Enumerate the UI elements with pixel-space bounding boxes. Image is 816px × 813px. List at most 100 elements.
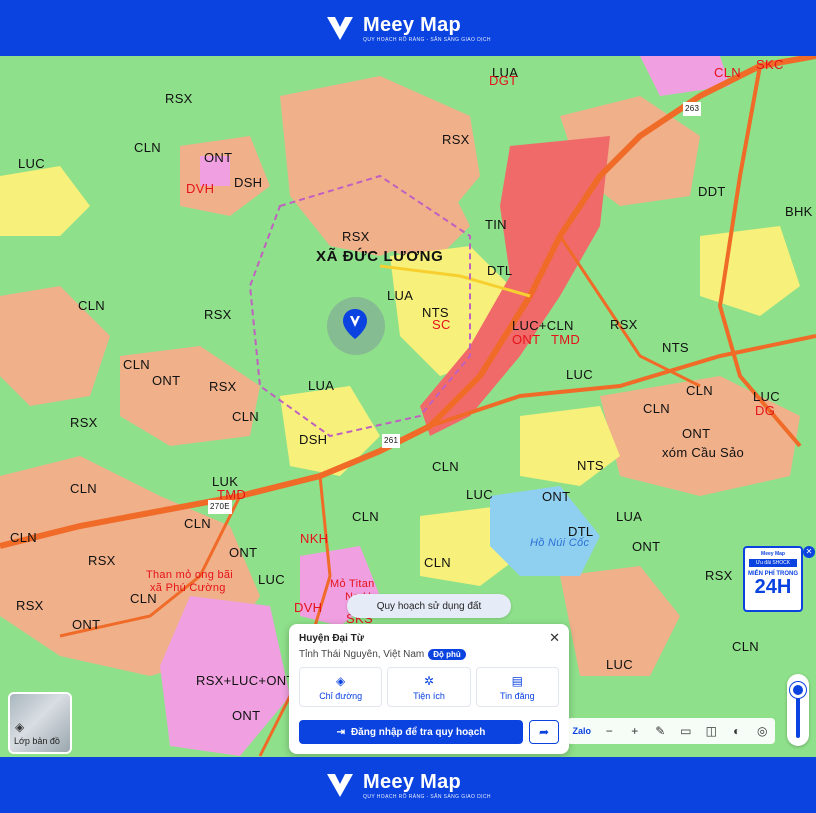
top-banner: Meey Map QUY HOẠCH RÕ RÀNG - SẴN SÀNG GI… [0,0,816,56]
directions-label: Chỉ đường [319,690,363,701]
map-label: RSX [442,132,470,147]
map-label: TMD [551,332,581,347]
login-icon: ⇥ [336,726,345,738]
map-label: DG [755,403,776,418]
split-icon[interactable]: ◫ [701,724,721,738]
road-label: 261 [382,434,401,448]
brand-text: Meey Map QUY HOẠCH RÕ RÀNG - SẴN SÀNG GI… [363,771,491,800]
map-label: RSX [165,91,193,106]
zoom-in-icon[interactable]: + [625,724,645,738]
close-icon[interactable]: ✕ [549,630,560,646]
map-label: CLN [10,530,37,545]
map-label: DSH [234,175,263,190]
locate-icon[interactable]: ◎ [752,724,772,738]
map-label: CLN [714,65,741,80]
map-label: ONT [152,373,181,388]
card-location: Tỉnh Thái Nguyên, Việt Nam Độ phủ [299,649,466,660]
map-label: LUC [566,367,593,382]
layer-switch-button[interactable]: ◈ Lớp bản đồ [8,692,72,754]
ad-close-icon[interactable]: ✕ [803,546,815,558]
map-canvas[interactable]: RSX CLN LUA DGT CLN SKC ONT LUC DVH DSH … [0,56,816,757]
slider-knob[interactable] [790,682,806,698]
map-label: CLN [432,459,459,474]
map-label: RSX+LUC+ONT [196,673,295,688]
coverage-badge[interactable]: Độ phủ [428,649,466,660]
brand-tagline: QUY HOẠCH RÕ RÀNG - SẴN SÀNG GIAO DỊCH [363,793,491,800]
meey-logo-icon [327,17,354,40]
zoom-out-icon[interactable]: − [599,724,619,738]
map-label: RSX [610,317,638,332]
map-label: CLN [184,516,211,531]
map-label: LUC [18,156,45,171]
utilities-icon: ✲ [423,673,435,688]
draw-icon[interactable]: ✎ [650,724,670,738]
map-label: RSX [342,229,370,244]
map-label: CLN [352,509,379,524]
location-pin-icon[interactable] [342,308,368,340]
map-label: RSX [209,379,237,394]
map-label: RSX [70,415,98,430]
map-label: DTL [487,263,513,278]
map-label: ONT [542,489,571,504]
map-label: CLN [134,140,161,155]
layers-icon: ◈ [15,720,25,734]
commune-label: XÃ ĐỨC LƯƠNG [316,248,444,265]
map-label: LUC [606,657,633,672]
map-label: LUC [466,487,493,502]
map-label: SKC [756,57,784,72]
map-label: LUA [616,509,643,524]
brand-tagline: QUY HOẠCH RÕ RÀNG - SẴN SÀNG GIAO DỊCH [363,36,491,43]
map-label: CLN [424,555,451,570]
opacity-slider[interactable] [787,674,809,746]
map-label: CLN [232,409,259,424]
promo-ad[interactable]: Meey Map Ưu đãi SHOCK MIỄN PHÍ TRONG 24H [743,546,803,612]
map-label: SC [432,317,451,332]
map-label: CLN [732,639,759,654]
mine-label: Mỏ Titan [330,578,375,590]
brand-name: Meey Map [363,770,462,793]
card-location-text: Tỉnh Thái Nguyên, Việt Nam [299,649,425,660]
quarry-sublabel: xã Phú Cường [150,582,226,594]
map-label: ONT [229,545,258,560]
road-label: 270E [208,500,232,514]
land-use-mode-chip[interactable]: Quy hoạch sử dụng đất [347,594,511,618]
map-label: CLN [643,401,670,416]
bottom-banner: Meey Map QUY HOẠCH RÕ RÀNG - SẴN SÀNG GI… [0,757,816,813]
directions-icon: ◈ [336,673,346,688]
map-label: CLN [70,481,97,496]
map-label: CLN [123,357,150,372]
login-label: Đăng nhập để tra quy hoạch [350,726,486,738]
listings-icon: ▤ [511,673,523,688]
map-label: CLN [78,298,105,313]
map-label: ONT [232,708,261,723]
ruler-icon[interactable]: ▭ [676,724,696,738]
opacity-icon[interactable]: ◐ [727,724,747,738]
map-label: RSX [204,307,232,322]
map-label: ONT [632,539,661,554]
map-label: ONT [682,426,711,441]
layer-switch-label: Lớp bản đồ [14,736,60,746]
map-label: TIN [485,217,507,232]
map-label: ONT [72,617,101,632]
map-label: LUA [387,288,414,303]
hamlet-label: xóm Cầu Sảo [662,445,745,460]
brand-text: Meey Map QUY HOẠCH RÕ RÀNG - SẴN SÀNG GI… [363,14,491,43]
map-label: DGT [489,73,518,88]
map-label: RSX [16,598,44,613]
login-button[interactable]: ⇥ Đăng nhập để tra quy hoạch [299,720,523,744]
map-label: LUC [753,389,780,404]
meey-logo-icon [327,774,354,797]
map-label: RSX [88,553,116,568]
listings-label: Tin đăng [499,690,535,701]
share-icon[interactable]: ➦ [529,720,559,744]
map-label: ONT [512,332,541,347]
lake-label: Hồ Núi Cốc [530,537,590,549]
map-label: DDT [698,184,726,199]
zalo-button[interactable]: Zalo [570,726,594,736]
listings-button[interactable]: ▤ Tin đăng [475,667,559,707]
map-label: NTS [662,340,689,355]
directions-button[interactable]: ◈ Chỉ đường [299,667,383,707]
ad-line2: 24H [754,576,792,598]
utilities-button[interactable]: ✲ Tiện ích [387,667,471,707]
quarry-label: Than mỏ ong bãi [146,569,234,581]
